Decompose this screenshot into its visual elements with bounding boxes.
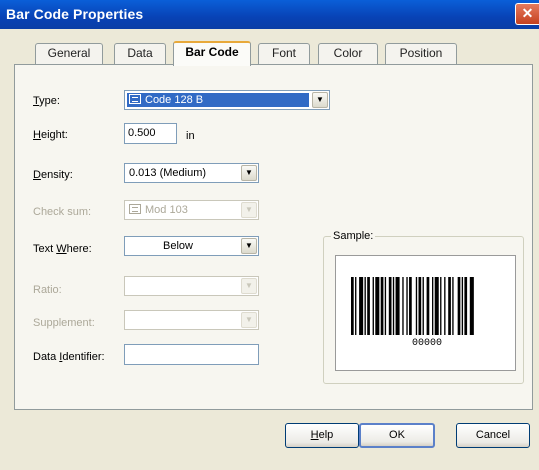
sample-title: Sample:: [331, 230, 376, 242]
tab-position[interactable]: Position: [385, 43, 457, 65]
density-select-value: 0.013 (Medium): [129, 167, 207, 179]
tab-general-label: General: [47, 46, 91, 60]
barcode-bar: [372, 277, 374, 335]
text-where-select[interactable]: Below ▼: [124, 236, 259, 256]
help-button[interactable]: Help: [285, 423, 359, 448]
barcode-bar: [457, 277, 461, 335]
barcode-bar: [384, 277, 387, 335]
barcode-human-readable: 00000: [411, 338, 442, 349]
barcode-bar: [355, 277, 357, 335]
barcode-bar: [395, 277, 400, 335]
barcode-bar: [380, 277, 384, 335]
density-label: Density:: [33, 169, 73, 181]
close-icon: ✕: [521, 5, 534, 21]
barcode-bar: [469, 277, 474, 335]
cancel-button[interactable]: Cancel: [456, 423, 530, 448]
type-label: Type:: [33, 95, 60, 107]
barcode-bar: [388, 277, 392, 335]
supplement-select[interactable]: ▼: [124, 310, 259, 330]
barcode-bar: [392, 277, 395, 335]
tab-bar-code-label: Bar Code: [185, 45, 239, 59]
tab-general[interactable]: General: [35, 43, 103, 65]
title-bar[interactable]: Bar Code Properties ✕: [0, 0, 539, 29]
barcode-bar: [444, 277, 446, 335]
height-unit: in: [186, 130, 195, 142]
barcode-bar: [461, 277, 464, 335]
printer-icon: [129, 94, 141, 104]
barcode-bar: [359, 277, 364, 335]
tab-data[interactable]: Data: [114, 43, 166, 65]
printer-icon: [129, 204, 141, 214]
tab-font-label: Font: [271, 46, 296, 60]
data-identifier-label: Data Identifier:: [33, 351, 105, 363]
barcode-bar: [351, 277, 354, 335]
barcode-bar: [452, 277, 454, 335]
chevron-down-icon[interactable]: ▼: [241, 278, 257, 294]
height-input[interactable]: 0.500: [124, 123, 177, 144]
height-label: Height:: [33, 129, 68, 141]
barcode-bar: [448, 277, 451, 335]
chevron-down-icon[interactable]: ▼: [241, 238, 257, 254]
ok-button[interactable]: OK: [359, 423, 435, 448]
chevron-down-icon[interactable]: ▼: [312, 92, 328, 108]
ratio-select[interactable]: ▼: [124, 276, 259, 296]
barcode-bar: [409, 277, 412, 335]
barcode-bar: [422, 277, 424, 335]
barcode-bar: [375, 277, 380, 335]
barcode-image: [351, 277, 474, 335]
ratio-label: Ratio:: [33, 284, 62, 296]
close-button[interactable]: ✕: [515, 3, 539, 25]
bar-code-properties-dialog: Bar Code Properties ✕ General Data Bar C…: [0, 0, 539, 470]
barcode-bar: [364, 277, 366, 335]
chevron-down-icon[interactable]: ▼: [241, 202, 257, 218]
barcode-bar: [464, 277, 468, 335]
check-sum-select[interactable]: Mod 103 ▼: [124, 200, 259, 220]
tab-data-label: Data: [127, 46, 153, 60]
chevron-down-icon[interactable]: ▼: [241, 312, 257, 328]
tab-color[interactable]: Color: [318, 43, 378, 65]
window-title: Bar Code Properties: [6, 6, 144, 22]
barcode-bar: [432, 277, 434, 335]
barcode-bar: [406, 277, 408, 335]
barcode-bar: [367, 277, 370, 335]
density-select[interactable]: 0.013 (Medium) ▼: [124, 163, 259, 183]
tab-position-label: Position: [399, 46, 443, 60]
barcode-bar: [440, 277, 442, 335]
check-sum-select-value: Mod 103: [129, 204, 188, 216]
barcode-bar: [415, 277, 418, 335]
data-identifier-input[interactable]: [124, 344, 259, 365]
barcode-bar: [418, 277, 422, 335]
type-select-value: Code 128 B: [127, 93, 309, 107]
barcode-bar: [426, 277, 430, 335]
chevron-down-icon[interactable]: ▼: [241, 165, 257, 181]
tab-bar-code[interactable]: Bar Code: [173, 41, 251, 66]
tab-color-label: Color: [333, 46, 363, 60]
type-select[interactable]: Code 128 B ▼: [124, 90, 330, 110]
supplement-label: Supplement:: [33, 317, 95, 329]
text-where-select-value: Below: [163, 240, 193, 252]
text-where-label: Text Where:: [33, 243, 92, 255]
barcode-bar: [434, 277, 439, 335]
check-sum-label: Check sum:: [33, 206, 92, 218]
barcode-bar: [402, 277, 404, 335]
tab-font[interactable]: Font: [258, 43, 310, 65]
